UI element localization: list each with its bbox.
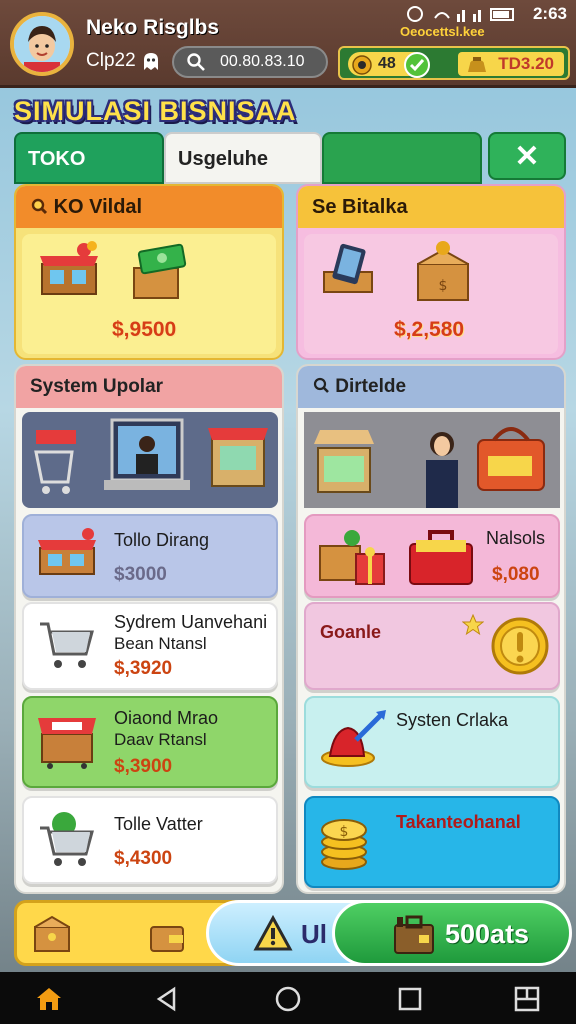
coin-icon (352, 55, 372, 75)
system-status-bar: 2:63 (405, 4, 575, 26)
warning-button-label: Ul (301, 919, 327, 949)
tab-bar: TOKO VITUAL Usgeluhe ✕ (14, 132, 566, 220)
money-box-icon (133, 243, 187, 299)
package-box-icon: $ (417, 241, 469, 301)
item-title: Takanteohanal (396, 812, 521, 832)
system-panel-left: System Upolar Tollo Dirang $3000 Sydrem … (14, 364, 284, 894)
cash-bag-icon (468, 57, 486, 72)
treasure-box-icon[interactable] (29, 911, 75, 957)
left-card-header-label: KO Vildal (53, 196, 143, 218)
svg-text:$: $ (439, 278, 448, 294)
grocery-cart-icon (40, 812, 94, 866)
list-item-goanle[interactable]: Goanle (304, 602, 560, 690)
featured-card-left[interactable]: KO Vildal $,9500 (14, 184, 284, 360)
item-title: Tollo Dirang (114, 530, 210, 550)
tab-usgeluhe[interactable]: Usgeluhe (164, 132, 322, 184)
market-stall-icon (38, 718, 96, 769)
player-level: Clp22 (86, 50, 136, 71)
list-item-tolle-vatter[interactable]: Tolle Vatter $,4300 (22, 796, 278, 884)
list-item-oiaond-mrao[interactable]: Oiaond Mrao Daav Rtansl $,3900 (22, 696, 278, 788)
seller-illustration-icon (304, 412, 560, 508)
buy-action-label: 500ats (445, 919, 530, 949)
item-price: $,080 (492, 564, 540, 585)
featured-card-right[interactable]: Se Bitalka $ $,2,580 (296, 184, 566, 360)
list-item-nalsols[interactable]: Nalsols $,080 (304, 514, 560, 598)
recent-apps-icon[interactable] (395, 984, 425, 1014)
menu-icon[interactable] (512, 984, 542, 1014)
player-name: Neko Risglbs (86, 16, 220, 39)
avatar-face-icon (14, 16, 70, 72)
close-button[interactable]: ✕ (488, 132, 566, 180)
list-item-takanteohanal[interactable]: $ Takanteohanal (304, 796, 560, 888)
right-featured-body: $ $,2,580 (304, 234, 558, 354)
item-title: Sydrem Uanvehani (114, 612, 268, 632)
gem-icon (404, 52, 430, 78)
system-panel-right: Dirtelde Nalsols $,080 Goanle Systen Crl… (296, 364, 566, 894)
item-subtitle: Bean Ntansl (114, 634, 207, 653)
bottom-action-bar: Ul 500ats (14, 900, 572, 968)
back-icon[interactable] (152, 984, 182, 1014)
briefcase-icon (394, 915, 434, 954)
list-item-systen-crlaka[interactable]: Systen Crlaka (304, 696, 560, 788)
left-section-illustration (22, 412, 278, 508)
svg-text:$: $ (340, 824, 349, 840)
right-featured-price: $,2,580 (394, 318, 465, 341)
storefront-illustration-icon (34, 418, 268, 494)
search-icon (187, 53, 205, 71)
shopping-cart-icon (40, 622, 94, 668)
item-title: Tolle Vatter (114, 814, 203, 834)
system-navigation-bar (0, 972, 576, 1024)
warning-icon (253, 915, 293, 951)
hat-and-arrow-icon (321, 710, 386, 767)
left-featured-price: $,9500 (112, 318, 177, 341)
star-icon (462, 614, 484, 636)
list-item-tollo-dirang[interactable]: Tollo Dirang $3000 (22, 514, 278, 598)
buy-action-button[interactable]: 500ats (332, 900, 572, 966)
coin-stack-icon: $ (321, 819, 367, 870)
gift-box-icon (319, 530, 385, 585)
right-section-header: Dirtelde (298, 366, 564, 408)
item-title: Oiaond Mrao (114, 708, 219, 728)
status-note: Oeocettsl.kee (400, 24, 485, 39)
magnifier-icon (31, 198, 48, 215)
home-icon[interactable] (34, 984, 64, 1014)
item-price: $3000 (114, 564, 167, 585)
item-price: $,3920 (114, 658, 173, 679)
top-header: Neko Risglbs Clp22 00.80.83.10 2:63 Oeoc… (0, 0, 576, 88)
left-featured-body: $,9500 (22, 234, 276, 354)
item-price: $,3900 (114, 756, 173, 777)
left-section-header: System Upolar (16, 366, 282, 408)
gold-coin-icon (491, 617, 549, 675)
list-item-sydrem-uanvehani[interactable]: Sydrem Uanvehani Bean Ntansl $,3920 (22, 602, 278, 690)
shop-stall-icon (40, 241, 98, 295)
item-title: Nalsols (486, 528, 546, 548)
shop-building-icon (38, 528, 96, 575)
game-title: SIMULASI BISNISAA (14, 96, 297, 126)
status-icons (407, 6, 514, 22)
home-circle-icon[interactable] (273, 984, 303, 1014)
player-avatar[interactable] (10, 12, 74, 76)
currency-bar: 48 TD3.20 (338, 46, 570, 80)
item-subtitle: Daav Rtansl (114, 730, 207, 749)
left-card-header: KO Vildal (16, 186, 282, 228)
item-title: Goanle (320, 622, 382, 642)
tab-empty[interactable] (322, 132, 482, 184)
item-title: Systen Crlaka (396, 710, 509, 730)
ghost-icon (144, 53, 158, 70)
right-section-header-label: Dirtelde (335, 376, 407, 397)
item-price: $,4300 (114, 848, 173, 869)
right-section-illustration (304, 412, 560, 508)
wallet-icon[interactable] (145, 913, 189, 957)
right-card-header: Se Bitalka (298, 186, 564, 228)
red-suitcase-icon (409, 530, 473, 585)
coin-count-value: 48 (378, 55, 396, 72)
tablet-icon (323, 243, 373, 293)
search-icon (313, 377, 329, 393)
tab-toko-virtual[interactable]: TOKO VITUAL (14, 132, 164, 220)
status-time: 2:63 (532, 4, 567, 23)
